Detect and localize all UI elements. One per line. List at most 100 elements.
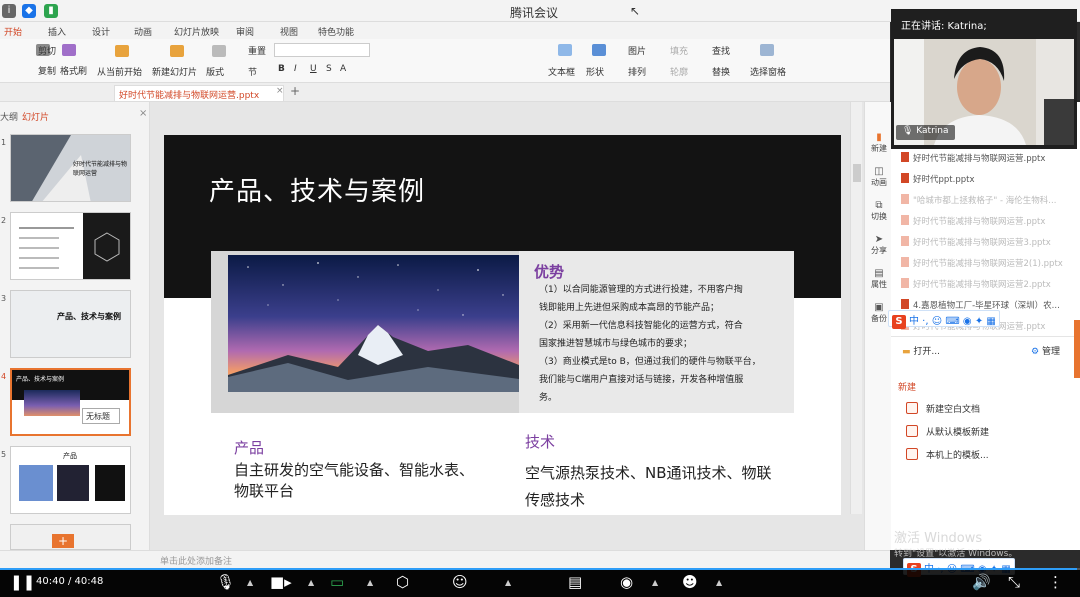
recent-file[interactable]: 好时代ppt.pptx [901, 173, 974, 185]
italic-button[interactable]: I [294, 64, 297, 74]
record-caret[interactable]: ▲ [652, 578, 658, 587]
layout-icon[interactable] [212, 45, 226, 57]
slide-thumb-3[interactable]: 产品、技术与案例 [10, 290, 131, 358]
side-new[interactable]: ▮ 新建 [867, 132, 891, 154]
replace-button[interactable]: 替换 [712, 65, 730, 78]
outline-button[interactable]: 轮廓 [670, 65, 688, 78]
recent-file[interactable]: "哈城市都上拯救格子" - 海伦生物科... [901, 194, 1056, 206]
open-file-link[interactable]: ▬ 打开... [902, 344, 940, 357]
outline-tab[interactable]: 大纲 [0, 110, 18, 123]
textbox-icon[interactable] [558, 44, 572, 56]
pause-icon[interactable]: ❚❚ [10, 573, 35, 591]
tab-review[interactable]: 审阅 [236, 25, 254, 38]
brush-icon[interactable] [62, 44, 76, 56]
ime-toolbar[interactable]: S中 ·, ☺ ⌨ ◉ ✦ ▦ [888, 310, 1000, 329]
strike-button[interactable]: S [326, 64, 332, 74]
select-pane-icon[interactable] [760, 44, 774, 56]
security-icon[interactable]: ⬡ [396, 573, 409, 591]
pptx-icon [901, 257, 909, 267]
recent-file[interactable]: 好时代节能减排与物联网运营.pptx [901, 215, 1045, 227]
recent-file[interactable]: 好时代节能减排与物联网运营2.pptx [901, 278, 1051, 290]
pane-edge-marker [1074, 320, 1080, 378]
format-painter-button[interactable]: 格式刷 [60, 64, 87, 77]
recent-file[interactable]: 好时代节能减排与物联网运营.pptx [901, 152, 1045, 164]
mic-options-caret[interactable]: ▲ [247, 578, 253, 587]
textbox-button[interactable]: 文本框 [548, 65, 575, 78]
document-tab[interactable]: 好时代节能减排与物联网运营.pptx [114, 85, 284, 101]
tab-view[interactable]: 视图 [280, 25, 298, 38]
mouse-cursor-icon: ↖ [630, 4, 641, 18]
close-panel-icon[interactable]: × [139, 108, 147, 119]
side-share[interactable]: ➤ 分享 [867, 234, 891, 256]
share-options-caret[interactable]: ▲ [367, 578, 373, 587]
tab-slideshow[interactable]: 幻灯片放映 [174, 25, 219, 38]
apps-caret[interactable]: ▲ [716, 578, 722, 587]
new-slide-button[interactable]: 新建幻灯片 [152, 65, 197, 78]
from-template-link[interactable]: 从默认模板新建 [906, 425, 989, 438]
from-current-button[interactable]: 从当前开始 [97, 65, 142, 78]
local-template-link[interactable]: 本机上的模板... [906, 448, 989, 461]
side-transition[interactable]: ⧉ 切换 [867, 200, 891, 222]
layout-button[interactable]: 版式 [206, 65, 224, 78]
apps-icon[interactable]: ☻ [682, 573, 698, 591]
new-blank-link[interactable]: 新建空白文档 [906, 402, 980, 415]
find-button[interactable]: 查找 [712, 44, 730, 57]
slide-thumb-5[interactable]: 产品 [10, 446, 131, 514]
slide-thumb-2[interactable] [10, 212, 131, 280]
bold-button[interactable]: B [278, 64, 285, 74]
side-animation[interactable]: ◫ 动画 [867, 166, 891, 188]
add-slide-button[interactable]: + [52, 534, 74, 548]
cut-button[interactable]: 剪切 [38, 44, 56, 57]
camera-icon[interactable]: ■▸ [270, 573, 292, 591]
participants-caret[interactable]: ▲ [505, 578, 511, 587]
tab-special[interactable]: 特色功能 [318, 25, 354, 38]
close-tab-icon[interactable]: × [276, 86, 284, 96]
product-body: 自主研发的空气能设备、智能水表、物联平台 [234, 461, 475, 500]
picture-button[interactable]: 图片 [628, 44, 646, 57]
tab-design[interactable]: 设计 [92, 25, 110, 38]
more-options-icon[interactable]: ⋮ [1048, 573, 1063, 591]
scrollbar-thumb[interactable] [853, 164, 861, 182]
tab-insert[interactable]: 插入 [48, 25, 66, 38]
slides-tab[interactable]: 幻灯片 [22, 110, 49, 123]
tab-animation[interactable]: 动画 [134, 25, 152, 38]
fill-button[interactable]: 填充 [670, 44, 688, 57]
local-template-icon [906, 448, 918, 460]
shapes-icon[interactable] [592, 44, 606, 56]
copy-button[interactable]: 复制 [38, 64, 56, 77]
section-button[interactable]: 节 [248, 65, 257, 78]
select-pane-button[interactable]: 选择窗格 [750, 65, 786, 78]
fullscreen-icon[interactable]: ⤡ [1008, 573, 1020, 591]
advantage-line: （1）以合同能源管理的方式进行投建，不用客户掏 [539, 285, 743, 295]
slide-thumb-1[interactable]: 好时代节能减排与物联网运营 [10, 134, 131, 202]
slide-thumb-4-selected[interactable]: 产品、技术与案例 无标题 [10, 368, 131, 436]
recent-file[interactable]: 好时代节能减排与物联网运营3.pptx [901, 236, 1051, 248]
record-icon[interactable]: ◉ [620, 573, 633, 591]
vertical-scrollbar[interactable] [850, 102, 862, 514]
chat-icon[interactable]: ▤ [568, 573, 582, 591]
slideshow-start-icon[interactable] [115, 45, 129, 57]
recent-file[interactable]: 好时代节能减排与物联网运营2(1).pptx [901, 257, 1063, 269]
side-properties[interactable]: ▤ 属性 [867, 268, 891, 290]
manage-link[interactable]: ⚙ 管理 [1031, 344, 1060, 357]
reset-button[interactable]: 重置 [248, 44, 266, 57]
speaker-video-tile[interactable]: 正在讲话: Katrina; 🎙 Katrina [891, 9, 1077, 149]
screen-share-icon[interactable]: ▭ [330, 573, 344, 591]
underline-button[interactable]: U [310, 64, 317, 74]
current-slide[interactable]: 产品、技术与案例 优势 （1）以合同能源管理的方式进行投建，不用客户掏 钱即能用… [164, 135, 841, 515]
new-slide-icon[interactable] [170, 45, 184, 57]
participants-icon[interactable]: ☺ [452, 573, 468, 591]
font-color-button[interactable]: A [340, 64, 346, 74]
signal-icon[interactable]: ▮ [44, 4, 58, 18]
arrange-button[interactable]: 排列 [628, 65, 646, 78]
volume-icon[interactable]: 🔊 [972, 573, 991, 591]
info-icon[interactable]: i [2, 4, 16, 18]
new-tab-icon[interactable]: + [290, 84, 300, 98]
font-family-select[interactable] [274, 43, 370, 57]
shield-icon[interactable]: ◆ [22, 4, 36, 18]
camera-options-caret[interactable]: ▲ [308, 578, 314, 587]
shapes-button[interactable]: 形状 [586, 65, 604, 78]
notes-hint[interactable]: 单击此处添加备注 [160, 554, 232, 567]
microphone-icon[interactable]: 🎙 [216, 573, 235, 591]
progress-bar[interactable] [0, 568, 1080, 570]
